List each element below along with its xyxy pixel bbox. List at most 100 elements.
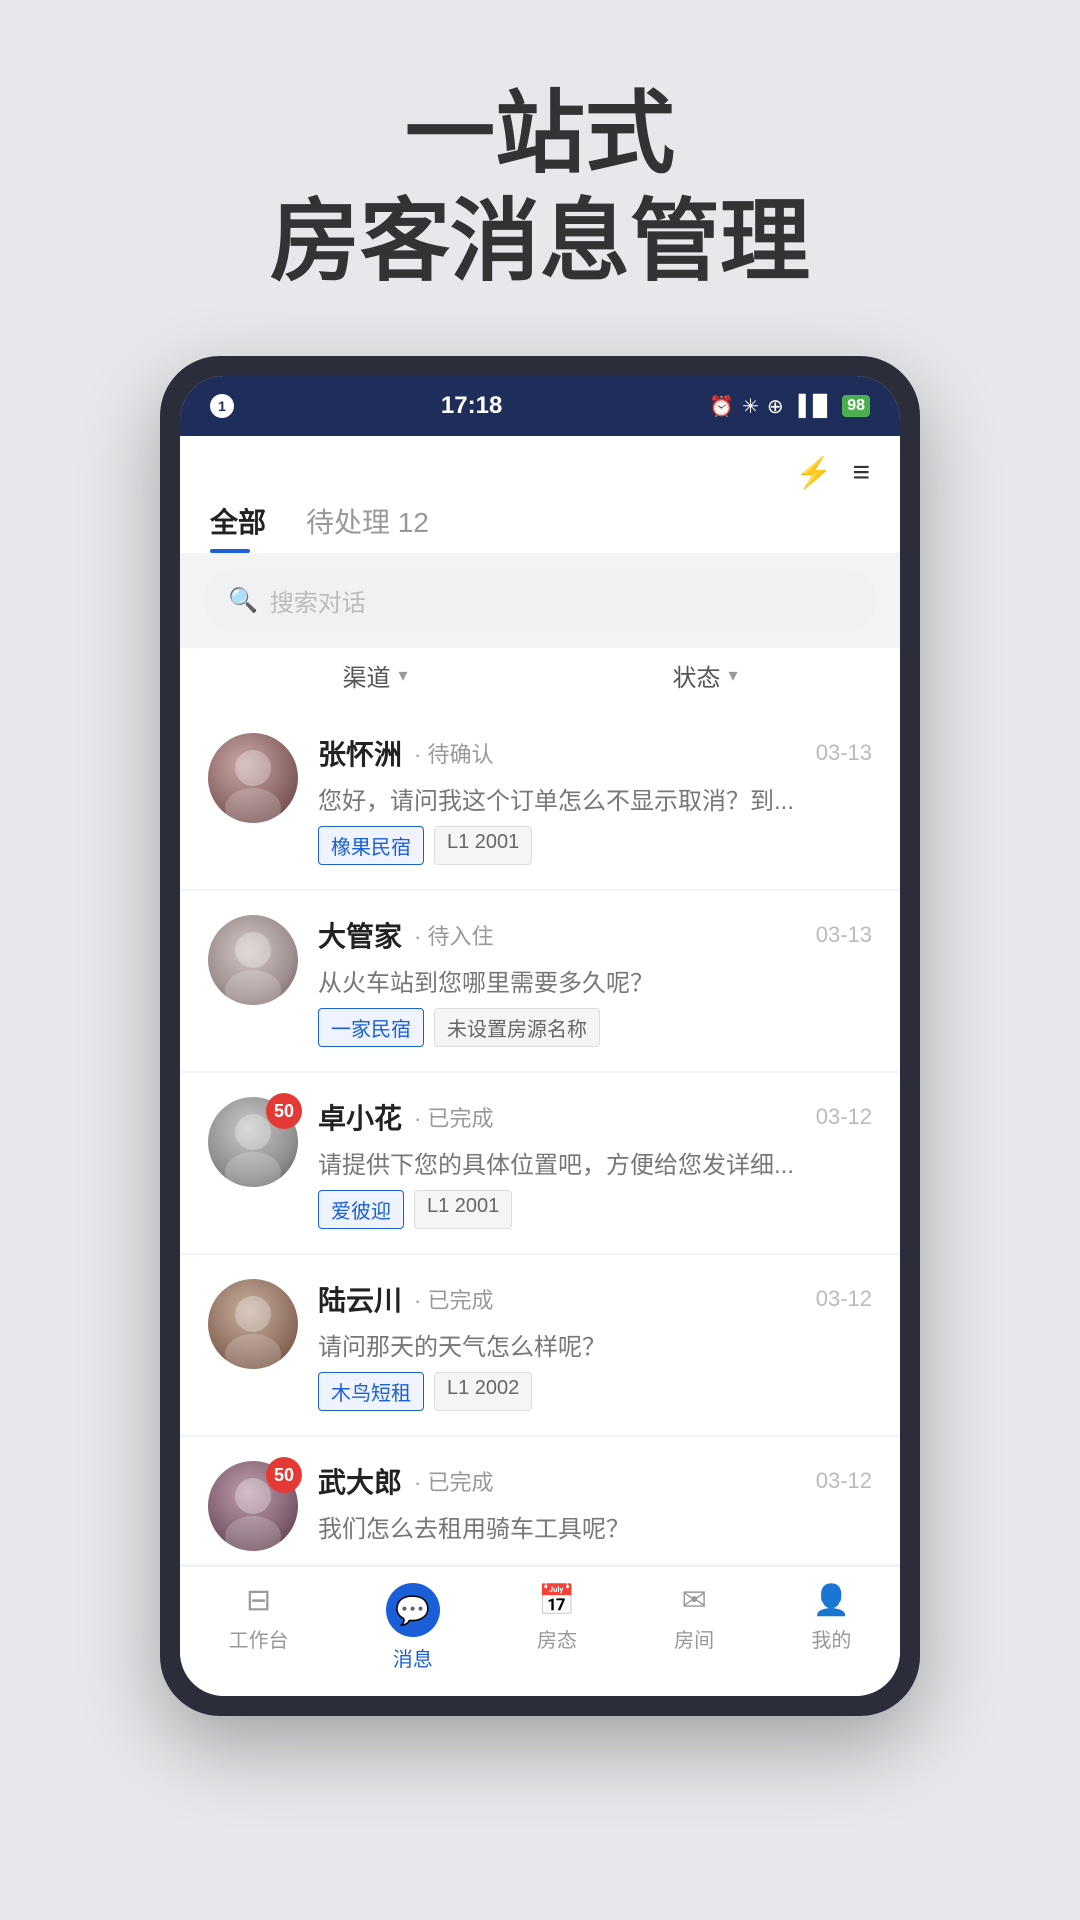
conv-content: 卓小花 · 已完成 03-12 请提供下您的具体位置吧，方便给您发详细... 爱… [318, 1097, 872, 1229]
tab-pending[interactable]: 待处理 12 [306, 501, 429, 553]
status-filter-button[interactable]: 状态 ▾ [672, 658, 737, 693]
conv-tags: 一家民宿 未设置房源名称 [318, 1008, 872, 1047]
list-item[interactable]: 50 卓小花 · 已完成 03-12 请提供下您的具体位置吧，方便给您发详细..… [180, 1073, 900, 1253]
signal-icon: ▐▐▌ [792, 395, 835, 418]
status-time: 17:18 [441, 392, 502, 420]
conv-name-row: 大管家 · 待入住 [318, 915, 493, 955]
conv-time: 03-12 [816, 1104, 872, 1130]
conv-tag-room: L1 2001 [434, 826, 532, 865]
app-header: ⚡ ≡ 全部 待处理 12 [180, 436, 900, 553]
conv-tags: 爱彼迎 L1 2001 [318, 1190, 872, 1229]
conv-time: 03-12 [816, 1468, 872, 1494]
conv-name-row: 武大郎 · 已完成 [318, 1461, 493, 1501]
lightning-button[interactable]: ⚡ [795, 456, 832, 491]
avatar-wrap [208, 915, 298, 1047]
message-icon: 💬 [395, 1594, 430, 1627]
conv-tag-channel: 橡果民宿 [318, 826, 424, 865]
list-item[interactable]: 张怀洲 · 待确认 03-13 您好，请问我这个订单怎么不显示取消？到... 橡… [180, 709, 900, 889]
conv-status: · 已完成 [414, 1465, 493, 1497]
conv-preview: 请问那天的天气怎么样呢？ [318, 1327, 872, 1362]
phone-screen: 1 17:18 ⏰ ✳ ⊕ ▐▐▌ 98 ⚡ ≡ 全部 [180, 376, 900, 1696]
conv-tag-room: L1 2002 [434, 1372, 532, 1411]
notification-badge: 1 [210, 394, 234, 418]
tab-bar: 全部 待处理 12 [210, 501, 870, 553]
nav-item-room[interactable]: ✉ 房间 [674, 1583, 714, 1672]
search-bar[interactable]: 🔍 搜索对话 [204, 569, 876, 632]
status-filter-arrow: ▾ [728, 665, 737, 686]
conv-tag-room: 未设置房源名称 [434, 1008, 600, 1047]
conv-name: 武大郎 [318, 1461, 402, 1501]
phone-frame: 1 17:18 ⏰ ✳ ⊕ ▐▐▌ 98 ⚡ ≡ 全部 [160, 356, 920, 1716]
header-icons-row: ⚡ ≡ [210, 456, 870, 501]
conv-header: 武大郎 · 已完成 03-12 [318, 1461, 872, 1501]
list-item[interactable]: 50 武大郎 · 已完成 03-12 我们怎么去租用骑车工具呢？ [180, 1437, 900, 1564]
room-icon: ✉ [682, 1583, 707, 1618]
conv-content: 大管家 · 待入住 03-13 从火车站到您哪里需要多久呢？ 一家民宿 未设置房… [318, 915, 872, 1047]
tab-all[interactable]: 全部 [210, 501, 266, 553]
nav-label-workbench: 工作台 [229, 1624, 289, 1653]
conv-header: 卓小花 · 已完成 03-12 [318, 1097, 872, 1137]
page-header: 一站式 房客消息管理 [160, 0, 920, 356]
nav-label-messages: 消息 [393, 1643, 433, 1672]
unread-badge: 50 [266, 1093, 302, 1129]
room-status-icon: 📅 [538, 1583, 575, 1618]
search-input[interactable]: 搜索对话 [270, 583, 366, 618]
conv-content: 张怀洲 · 待确认 03-13 您好，请问我这个订单怎么不显示取消？到... 橡… [318, 733, 872, 865]
avatar-wrap [208, 733, 298, 865]
avatar [208, 1279, 298, 1369]
conv-header: 大管家 · 待入住 03-13 [318, 915, 872, 955]
conv-status: · 已完成 [414, 1283, 493, 1315]
conv-name: 卓小花 [318, 1097, 402, 1137]
conv-name: 陆云川 [318, 1279, 402, 1319]
conv-content: 陆云川 · 已完成 03-12 请问那天的天气怎么样呢？ 木鸟短租 L1 200… [318, 1279, 872, 1411]
nav-item-room-status[interactable]: 📅 房态 [537, 1583, 577, 1672]
bluetooth-icon: ✳ [742, 394, 759, 419]
conv-time: 03-12 [816, 1286, 872, 1312]
conv-tags: 橡果民宿 L1 2001 [318, 826, 872, 865]
menu-button[interactable]: ≡ [852, 456, 870, 491]
nav-item-profile[interactable]: 👤 我的 [811, 1583, 851, 1672]
conv-header: 张怀洲 · 待确认 03-13 [318, 733, 872, 773]
avatar-wrap: 50 [208, 1461, 298, 1554]
conv-name-row: 卓小花 · 已完成 [318, 1097, 493, 1137]
conv-preview: 请提供下您的具体位置吧，方便给您发详细... [318, 1145, 872, 1180]
conversation-list: 张怀洲 · 待确认 03-13 您好，请问我这个订单怎么不显示取消？到... 橡… [180, 709, 900, 1564]
list-item[interactable]: 大管家 · 待入住 03-13 从火车站到您哪里需要多久呢？ 一家民宿 未设置房… [180, 891, 900, 1071]
conv-preview: 您好，请问我这个订单怎么不显示取消？到... [318, 781, 872, 816]
wifi-icon: ⊕ [767, 394, 784, 419]
message-bubble: 💬 [386, 1583, 440, 1637]
unread-badge: 50 [266, 1457, 302, 1493]
workbench-icon: ⊟ [246, 1583, 271, 1618]
conv-time: 03-13 [816, 740, 872, 766]
conv-name-row: 陆云川 · 已完成 [318, 1279, 493, 1319]
conv-status: · 待入住 [414, 919, 493, 951]
conv-tags: 木鸟短租 L1 2002 [318, 1372, 872, 1411]
nav-label-profile: 我的 [811, 1624, 851, 1653]
page-background: 一站式 房客消息管理 1 17:18 ⏰ ✳ ⊕ ▐▐▌ 98 [160, 0, 920, 1716]
nav-label-room: 房间 [674, 1624, 714, 1653]
conv-name: 张怀洲 [318, 733, 402, 773]
nav-item-workbench[interactable]: ⊟ 工作台 [229, 1583, 289, 1672]
avatar-wrap [208, 1279, 298, 1411]
battery-indicator: 98 [842, 395, 870, 417]
conv-tag-room: L1 2001 [414, 1190, 512, 1229]
avatar [208, 733, 298, 823]
list-item[interactable]: 陆云川 · 已完成 03-12 请问那天的天气怎么样呢？ 木鸟短租 L1 200… [180, 1255, 900, 1435]
status-filter-label: 状态 [672, 658, 720, 693]
channel-filter-label: 渠道 [342, 658, 390, 693]
conv-tag-channel: 爱彼迎 [318, 1190, 404, 1229]
conv-preview: 我们怎么去租用骑车工具呢？ [318, 1509, 872, 1544]
conv-tag-channel: 一家民宿 [318, 1008, 424, 1047]
nav-item-messages[interactable]: 💬 消息 [386, 1583, 440, 1672]
profile-icon: 👤 [813, 1583, 850, 1618]
channel-filter-button[interactable]: 渠道 ▾ [342, 658, 407, 693]
nav-label-room-status: 房态 [537, 1624, 577, 1653]
bottom-nav: ⊟ 工作台 💬 消息 📅 房态 ✉ 房间 � [180, 1566, 900, 1696]
status-bar: 1 17:18 ⏰ ✳ ⊕ ▐▐▌ 98 [180, 376, 900, 436]
alarm-icon: ⏰ [709, 394, 734, 419]
search-icon: 🔍 [228, 586, 258, 615]
conv-status: · 已完成 [414, 1101, 493, 1133]
avatar [208, 915, 298, 1005]
page-title: 一站式 房客消息管理 [200, 80, 880, 296]
conv-header: 陆云川 · 已完成 03-12 [318, 1279, 872, 1319]
